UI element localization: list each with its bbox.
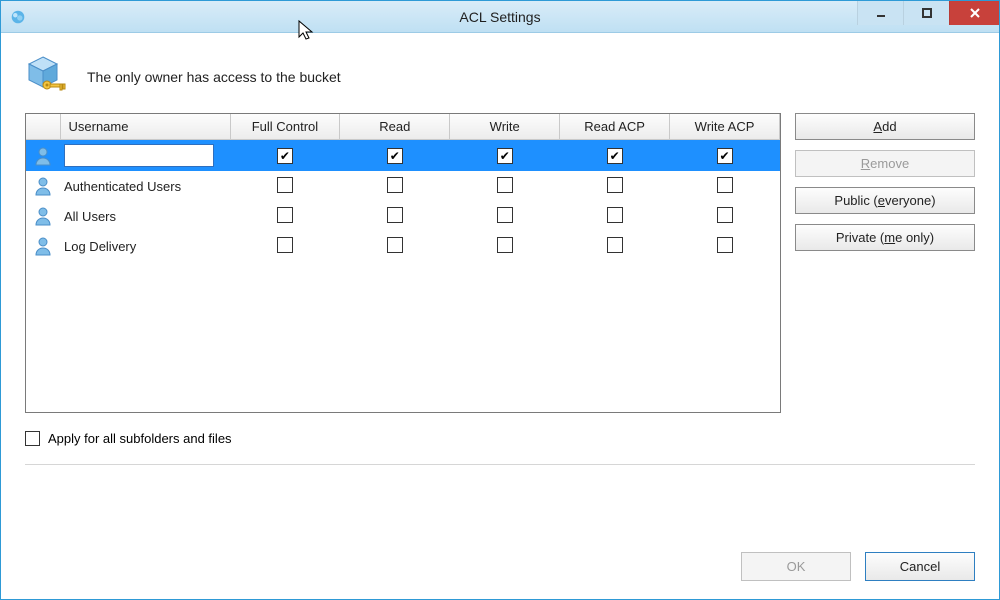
separator (25, 464, 975, 465)
col-read-header[interactable]: Read (340, 114, 450, 140)
apply-checkbox[interactable] (25, 431, 40, 446)
window-title: ACL Settings (1, 9, 999, 25)
side-buttons: Add Remove Public (everyone) Private (me… (795, 113, 975, 413)
table-row[interactable]: All Users (26, 201, 780, 231)
perm-cell (670, 140, 780, 172)
perm-cell (670, 231, 780, 261)
window-controls (857, 1, 999, 32)
apply-row: Apply for all subfolders and files (25, 431, 975, 446)
row-user-cell: Authenticated Users (60, 171, 230, 201)
col-username-header[interactable]: Username (60, 114, 230, 140)
maximize-button[interactable] (903, 1, 949, 25)
app-icon (9, 8, 27, 26)
user-icon (33, 206, 53, 226)
column-header-row: Username Full Control Read Write Read AC… (26, 114, 780, 140)
public-button[interactable]: Public (everyone) (795, 187, 975, 214)
acl-settings-window: ACL Settings (0, 0, 1000, 600)
titlebar: ACL Settings (1, 1, 999, 33)
perm-cell (450, 140, 560, 172)
table-row[interactable]: Authenticated Users (26, 171, 780, 201)
perm-checkbox-write[interactable] (497, 148, 513, 164)
perm-cell (670, 171, 780, 201)
content-area: The only owner has access to the bucket … (1, 33, 999, 599)
minimize-button[interactable] (857, 1, 903, 25)
perm-checkbox-read-acp[interactable] (607, 148, 623, 164)
header-row: The only owner has access to the bucket (25, 55, 975, 99)
perm-cell (230, 171, 340, 201)
perm-checkbox-read[interactable] (387, 237, 403, 253)
perm-cell (340, 171, 450, 201)
perm-checkbox-read-acp[interactable] (607, 177, 623, 193)
col-write-header[interactable]: Write (450, 114, 560, 140)
remove-button[interactable]: Remove (795, 150, 975, 177)
perm-checkbox-read-acp[interactable] (607, 237, 623, 253)
username-input[interactable] (64, 144, 214, 167)
perm-cell (340, 140, 450, 172)
apply-label: Apply for all subfolders and files (48, 431, 232, 446)
cancel-button[interactable]: Cancel (865, 552, 975, 581)
perm-checkbox-write[interactable] (497, 177, 513, 193)
perm-checkbox-write[interactable] (497, 237, 513, 253)
ok-button[interactable]: OK (741, 552, 851, 581)
perm-cell (560, 231, 670, 261)
row-icon-cell (26, 171, 60, 201)
perm-checkbox-write[interactable] (497, 207, 513, 223)
perm-cell (450, 231, 560, 261)
footer: OK Cancel (25, 538, 975, 581)
user-icon (33, 236, 53, 256)
user-icon (33, 176, 53, 196)
username-cell: Log Delivery (64, 239, 136, 254)
perm-cell (230, 201, 340, 231)
perm-checkbox-write-acp[interactable] (717, 148, 733, 164)
col-icon-header (26, 114, 60, 140)
row-user-cell: All Users (60, 201, 230, 231)
username-cell: All Users (64, 209, 116, 224)
perm-checkbox-write-acp[interactable] (717, 177, 733, 193)
perm-checkbox-read[interactable] (387, 207, 403, 223)
header-text: The only owner has access to the bucket (87, 69, 341, 85)
perm-cell (230, 231, 340, 261)
user-icon (33, 146, 53, 166)
row-user-cell: Log Delivery (60, 231, 230, 261)
col-fullcontrol-header[interactable]: Full Control (230, 114, 340, 140)
perm-cell (230, 140, 340, 172)
perm-checkbox-read-acp[interactable] (607, 207, 623, 223)
bucket-key-icon (25, 55, 69, 99)
private-button[interactable]: Private (me only) (795, 224, 975, 251)
perm-cell (560, 171, 670, 201)
perm-cell (340, 201, 450, 231)
perm-cell (560, 140, 670, 172)
perm-cell (560, 201, 670, 231)
main-row: Username Full Control Read Write Read AC… (25, 113, 975, 413)
perm-cell (450, 171, 560, 201)
col-writeacp-header[interactable]: Write ACP (670, 114, 780, 140)
perm-checkbox-full-control[interactable] (277, 207, 293, 223)
row-icon-cell (26, 140, 60, 172)
table-row[interactable] (26, 140, 780, 172)
perm-checkbox-full-control[interactable] (277, 237, 293, 253)
username-cell: Authenticated Users (64, 179, 181, 194)
perm-checkbox-full-control[interactable] (277, 148, 293, 164)
row-icon-cell (26, 201, 60, 231)
perm-checkbox-full-control[interactable] (277, 177, 293, 193)
acl-grid[interactable]: Username Full Control Read Write Read AC… (25, 113, 781, 413)
add-button[interactable]: Add (795, 113, 975, 140)
perm-checkbox-read[interactable] (387, 148, 403, 164)
perm-checkbox-read[interactable] (387, 177, 403, 193)
perm-cell (670, 201, 780, 231)
perm-cell (450, 201, 560, 231)
table-row[interactable]: Log Delivery (26, 231, 780, 261)
close-button[interactable] (949, 1, 999, 25)
row-user-cell (60, 140, 230, 172)
perm-checkbox-write-acp[interactable] (717, 237, 733, 253)
perm-cell (340, 231, 450, 261)
col-readacp-header[interactable]: Read ACP (560, 114, 670, 140)
perm-checkbox-write-acp[interactable] (717, 207, 733, 223)
row-icon-cell (26, 231, 60, 261)
